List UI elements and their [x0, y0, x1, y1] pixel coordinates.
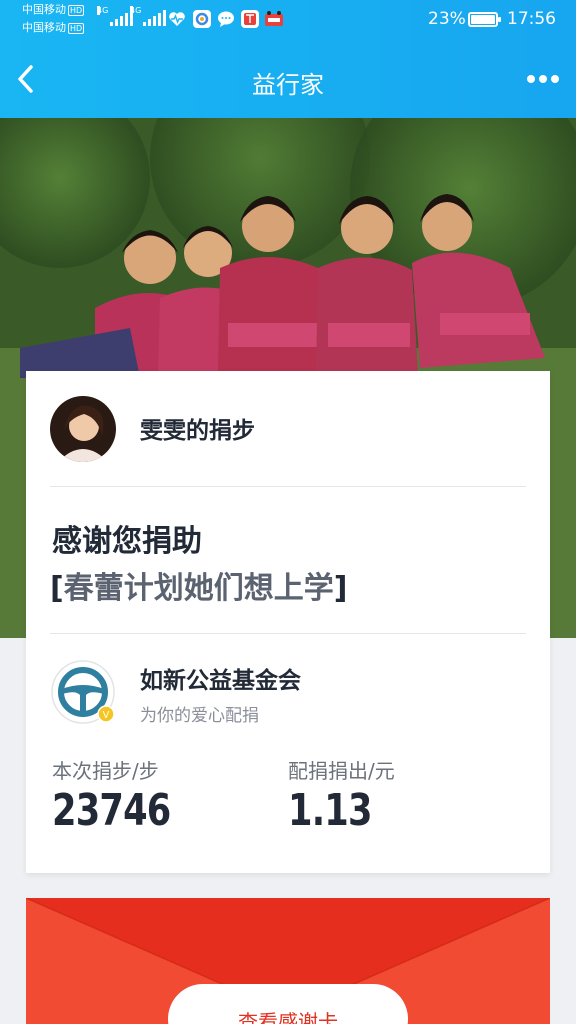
project-name: 春蕾计划她们想上学: [63, 571, 334, 606]
more-button[interactable]: [524, 64, 562, 94]
nav-bar: 益行家: [0, 40, 576, 118]
organization-logo[interactable]: V: [50, 659, 116, 725]
message-icon: [217, 10, 235, 28]
project-title: [春蕾计划她们想上学]: [50, 571, 348, 606]
donor-name: 雯雯的捐步: [140, 418, 255, 444]
donation-card: 雯雯的捐步 感谢您捐助 [春蕾计划她们想上学] V 如新公益基金会 为你的爱心配…: [26, 371, 550, 873]
divider: [50, 486, 526, 487]
verified-badge: V: [103, 710, 110, 721]
steps-value: 23746: [52, 785, 171, 836]
page-title: 益行家: [252, 71, 324, 99]
more-dot: [551, 75, 559, 83]
amount-label: 配捐捐出/元: [288, 759, 395, 783]
signal-icon-2: 4G: [130, 6, 166, 26]
divider: [50, 633, 526, 634]
app-icon: [193, 10, 211, 28]
more-dot: [527, 75, 535, 83]
battery-icon: [468, 12, 501, 27]
battery-percent: 23%: [428, 9, 466, 29]
status-bar: 中国移动 HD 中国移动 HD 4G 4G 23% 17:56: [0, 0, 576, 40]
organization-subtitle: 为你的爱心配捐: [140, 706, 259, 726]
carrier-1: 中国移动 HD: [22, 3, 85, 16]
clock: 17:56: [507, 9, 556, 29]
book-icon: [241, 10, 259, 28]
avatar: [50, 396, 116, 462]
steps-label: 本次捐步/步: [52, 759, 159, 783]
shop-icon: [264, 10, 283, 28]
health-icon: [168, 10, 186, 28]
thanks-headline: 感谢您捐助: [52, 524, 202, 559]
carrier-2: 中国移动 HD: [22, 21, 85, 34]
thank-you-envelope: 查看感谢卡: [26, 898, 550, 1024]
organization-name[interactable]: 如新公益基金会: [140, 661, 301, 695]
view-thank-you-card-button[interactable]: 查看感谢卡: [168, 984, 408, 1024]
more-dot: [539, 75, 547, 83]
amount-value: 1.13: [288, 785, 372, 836]
